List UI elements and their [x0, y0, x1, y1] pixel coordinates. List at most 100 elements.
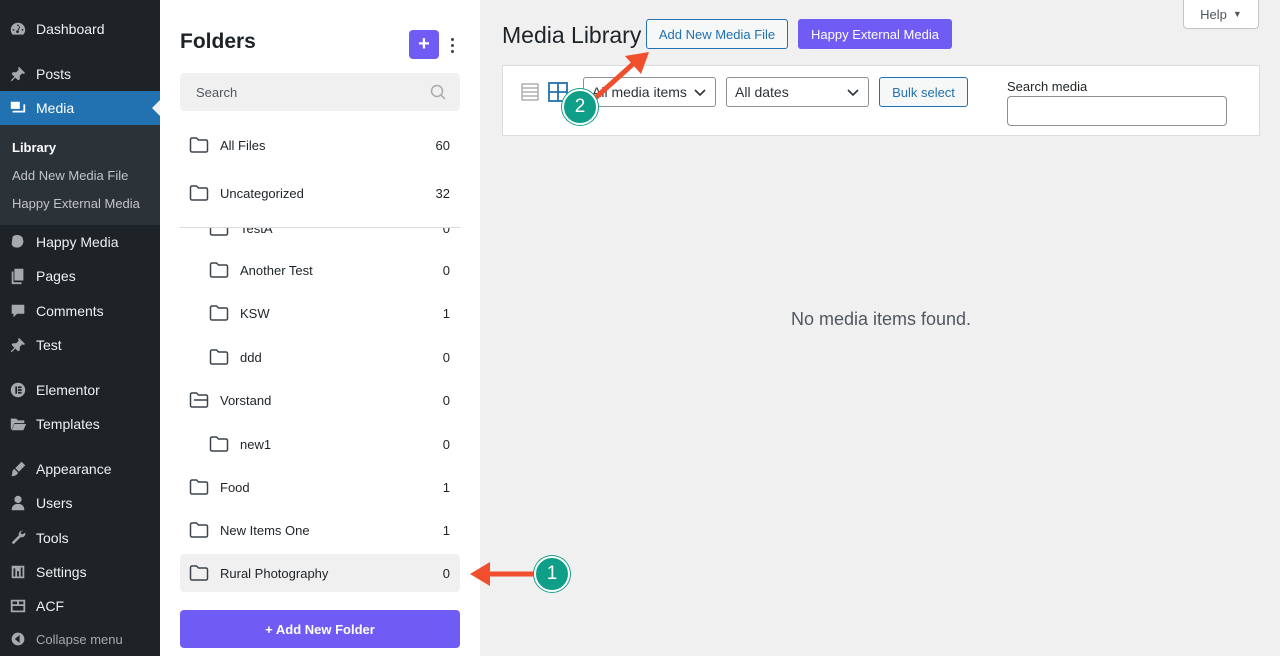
list-view-icon[interactable] [521, 83, 539, 101]
menu-test[interactable]: Test [0, 328, 160, 362]
pin-icon [0, 65, 36, 83]
folder-row-uncategorized[interactable]: Uncategorized 32 [180, 174, 460, 212]
folder-row-new-items-one[interactable]: New Items One 1 [180, 511, 460, 549]
folder-icon [189, 522, 209, 538]
empty-message: No media items found. [790, 309, 972, 329]
folder-row-all-files[interactable]: All Files 60 [180, 126, 460, 164]
folder-name: New Items One [220, 523, 310, 538]
menu-label: Comments [36, 303, 104, 319]
annotation-badge-1: 1 [534, 556, 570, 592]
search-media-label: Search media [1007, 79, 1088, 94]
add-new-folder-button[interactable]: + Add New Folder [180, 610, 460, 648]
menu-label: Settings [36, 564, 87, 580]
submenu-happy-external[interactable]: Happy External Media [12, 196, 140, 211]
folder-icon [209, 228, 229, 236]
happy-external-media-button[interactable]: Happy External Media [798, 19, 952, 49]
folder-row-food[interactable]: Food 1 [180, 468, 460, 506]
help-label: Help [1200, 6, 1227, 22]
help-tab[interactable]: Help ▼ [1183, 0, 1259, 29]
elementor-icon [0, 381, 36, 399]
brush-icon [0, 460, 36, 478]
folder-count: 0 [442, 566, 450, 581]
filter-value: All dates [735, 84, 789, 100]
folder-icon [189, 137, 209, 153]
folder-icon [189, 185, 209, 201]
annotation-arrow-1 [470, 562, 536, 586]
folder-count: 0 [442, 437, 450, 452]
folder-row-vorstand[interactable]: Vorstand 0 [180, 381, 460, 419]
media-icon [0, 99, 36, 117]
date-filter[interactable]: All dates [726, 77, 869, 107]
menu-posts[interactable]: Posts [0, 57, 160, 91]
folder-search-input[interactable]: Search [180, 73, 460, 111]
comments-icon [0, 302, 36, 320]
folder-name: new1 [240, 437, 272, 452]
add-new-media-button[interactable]: Add New Media File [646, 19, 788, 49]
folder-list-clip: TestA 0 [160, 228, 480, 240]
search-media-input[interactable] [1007, 96, 1227, 126]
bulk-select-button[interactable]: Bulk select [879, 77, 968, 107]
users-icon [0, 494, 36, 512]
pages-icon [0, 267, 36, 285]
folder-icon [209, 262, 229, 278]
caret-down-icon: ▼ [1232, 9, 1242, 19]
folder-row-ksw[interactable]: KSW 1 [180, 294, 460, 332]
folder-row-testa[interactable]: TestA 0 [180, 228, 460, 240]
menu-templates[interactable]: Templates [0, 407, 160, 441]
folder-icon [209, 349, 229, 365]
folder-row-another-test[interactable]: Another Test 0 [180, 251, 460, 289]
collapse-icon [0, 631, 36, 647]
folder-icon [209, 436, 229, 452]
annotation-badge-2: 2 [562, 89, 598, 125]
folder-name: TestA [240, 228, 273, 236]
menu-media[interactable]: Media [0, 91, 160, 125]
menu-label: Dashboard [36, 21, 105, 37]
menu-acf[interactable]: ACF [0, 589, 160, 623]
menu-label: Media [36, 100, 75, 116]
folder-count: 1 [442, 523, 450, 538]
menu-happy-media[interactable]: Happy Media [0, 225, 160, 259]
folder-count: 0 [442, 228, 450, 236]
menu-dashboard[interactable]: Dashboard [0, 12, 160, 46]
chevron-down-icon [847, 89, 859, 97]
menu-pages[interactable]: Pages [0, 259, 160, 293]
happy-media-icon [0, 233, 36, 251]
menu-label: Happy Media [36, 234, 119, 250]
menu-settings[interactable]: Settings [0, 555, 160, 589]
menu-comments[interactable]: Comments [0, 294, 160, 328]
search-placeholder: Search [196, 84, 238, 100]
collapse-menu[interactable]: Collapse menu [0, 626, 123, 652]
menu-label: Tools [36, 530, 69, 546]
folder-icon [209, 305, 229, 321]
folder-row-rural-photography[interactable]: Rural Photography 0 [180, 554, 460, 592]
folder-name: Vorstand [220, 393, 272, 408]
folder-name: Food [220, 480, 250, 495]
folder-row-ddd[interactable]: ddd 0 [180, 338, 460, 376]
folder-open-icon [0, 415, 36, 433]
menu-label: Pages [36, 268, 76, 284]
folder-name: Another Test [240, 263, 313, 278]
folder-count: 0 [442, 263, 450, 278]
search-icon [430, 84, 446, 100]
more-options-icon[interactable] [446, 34, 458, 56]
folder-count: 0 [442, 350, 450, 365]
menu-appearance[interactable]: Appearance [0, 452, 160, 486]
menu-label: Elementor [36, 382, 100, 398]
menu-label: ACF [36, 598, 64, 614]
folder-icon [189, 479, 209, 495]
folder-count: 1 [442, 480, 450, 495]
folder-name: Rural Photography [220, 566, 329, 581]
menu-elementor[interactable]: Elementor [0, 373, 160, 407]
add-folder-button[interactable]: + [409, 30, 439, 59]
submenu-add-new[interactable]: Add New Media File [12, 168, 128, 183]
submenu-library[interactable]: Library [12, 140, 56, 155]
chevron-down-icon [694, 89, 706, 97]
menu-users[interactable]: Users [0, 486, 160, 520]
folder-row-new1[interactable]: new1 0 [180, 425, 460, 463]
menu-label: Users [36, 495, 73, 511]
menu-tools[interactable]: Tools [0, 521, 160, 555]
folder-count: 32 [435, 186, 450, 201]
folder-count: 0 [442, 393, 450, 408]
acf-icon [0, 597, 36, 615]
settings-icon [0, 563, 36, 581]
